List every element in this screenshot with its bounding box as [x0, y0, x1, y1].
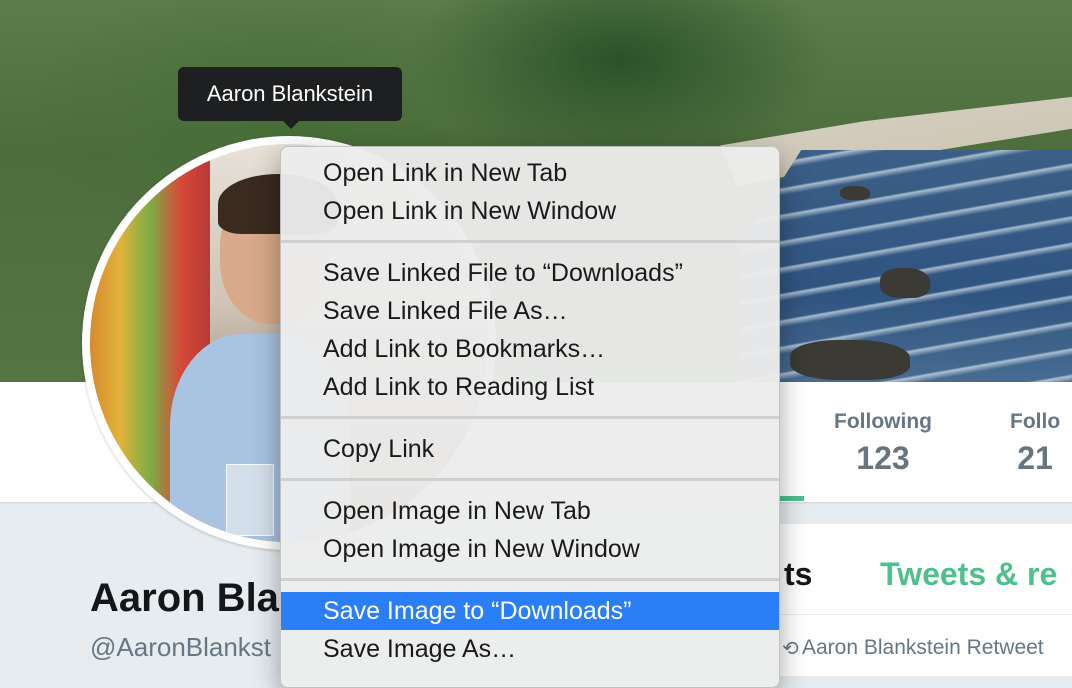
menu-item-add-link-reading-list[interactable]: Add Link to Reading List — [281, 368, 779, 406]
context-menu: Open Link in New Tab Open Link in New Wi… — [280, 146, 780, 688]
banner-ocean — [740, 150, 1072, 382]
menu-separator — [281, 578, 779, 581]
timeline-divider — [778, 614, 1072, 615]
menu-item-copy-link[interactable]: Copy Link — [281, 430, 779, 468]
tab-tweets[interactable]: ts — [784, 556, 812, 593]
stat-followers-label: Follo — [1010, 410, 1061, 433]
menu-separator — [281, 240, 779, 243]
stat-following-label: Following — [834, 410, 932, 433]
menu-item-open-image-new-tab[interactable]: Open Image in New Tab — [281, 492, 779, 530]
tab-tweets-and-replies[interactable]: Tweets & re — [880, 556, 1057, 593]
stat-followers-value: 21 — [1017, 440, 1053, 476]
retweet-context: Aaron Blankstein Retweet — [802, 636, 1044, 659]
stat-following-value: 123 — [856, 440, 910, 476]
avatar-tooltip: Aaron Blankstein — [178, 67, 402, 129]
active-tab-indicator — [778, 496, 804, 501]
menu-separator — [281, 416, 779, 419]
banner-rock — [880, 268, 930, 298]
banner-rock — [790, 340, 910, 380]
menu-item-save-image-downloads[interactable]: Save Image to “Downloads” — [281, 592, 779, 630]
profile-name[interactable]: Aaron Bla — [90, 576, 279, 621]
retweet-icon: ⟲ — [782, 638, 799, 660]
stat-followers[interactable]: Follo 21 — [1010, 410, 1060, 477]
profile-handle[interactable]: @AaronBlankst — [90, 632, 271, 663]
menu-item-add-link-bookmarks[interactable]: Add Link to Bookmarks… — [281, 330, 779, 368]
menu-item-save-linked-file-as[interactable]: Save Linked File As… — [281, 292, 779, 330]
stat-following[interactable]: Following 123 — [834, 410, 932, 477]
menu-separator — [281, 478, 779, 481]
menu-item-save-image-as[interactable]: Save Image As… — [281, 630, 779, 668]
menu-item-open-link-new-window[interactable]: Open Link in New Window — [281, 192, 779, 230]
menu-item-save-linked-file-downloads[interactable]: Save Linked File to “Downloads” — [281, 254, 779, 292]
menu-item-open-image-new-window[interactable]: Open Image in New Window — [281, 530, 779, 568]
banner-rock — [840, 186, 870, 200]
menu-item-open-link-new-tab[interactable]: Open Link in New Tab — [281, 154, 779, 192]
avatar-glass — [226, 464, 274, 536]
